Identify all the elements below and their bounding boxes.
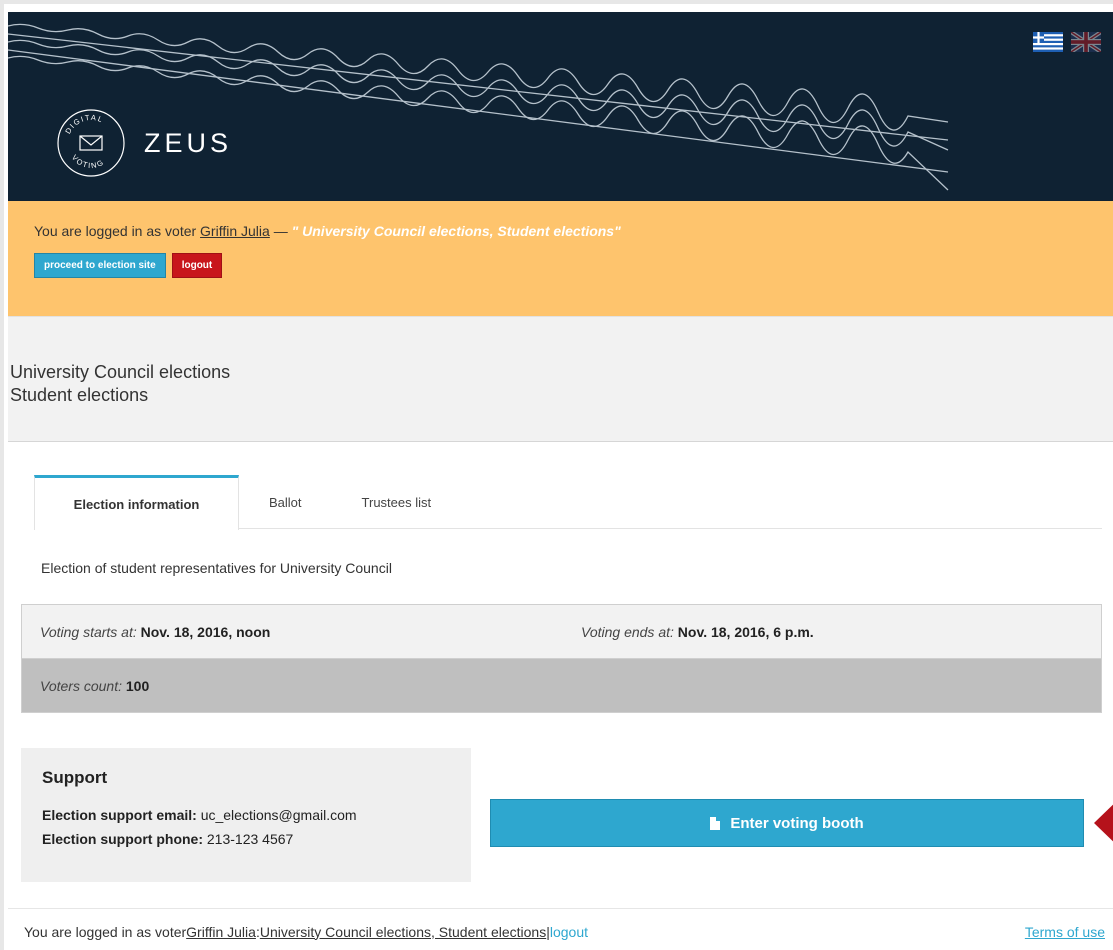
- support-email-label: Election support email:: [42, 807, 197, 823]
- footer-logout-link[interactable]: logout: [550, 924, 588, 940]
- login-status-bar: You are logged in as voter Griffin Julia…: [8, 201, 1113, 316]
- voting-period-row: Voting starts at: Nov. 18, 2016, noon Vo…: [22, 605, 1101, 659]
- support-heading: Support: [42, 768, 108, 787]
- election-tabs: Election information Ballot Trustees lis…: [34, 475, 1102, 530]
- logo-text: ZEUS: [144, 127, 233, 158]
- svg-text:VOTING: VOTING: [70, 153, 106, 170]
- terms-of-use-link[interactable]: Terms of use: [1025, 924, 1105, 940]
- site-header: DIGITAL VOTING ZEUS: [8, 12, 1113, 201]
- voting-end-value: Nov. 18, 2016, 6 p.m.: [677, 623, 814, 640]
- callout-arrow-icon: [1094, 804, 1113, 842]
- enter-voting-booth-button[interactable]: Enter voting booth: [490, 799, 1084, 847]
- svg-text:DIGITAL: DIGITAL: [63, 113, 105, 136]
- tab-election-information[interactable]: Election information: [34, 475, 239, 530]
- voters-count-value: 100: [125, 677, 150, 694]
- login-status-text: You are logged in as voter Griffin Julia…: [34, 223, 1091, 239]
- digital-voting-badge-icon: DIGITAL VOTING: [57, 109, 125, 177]
- voting-start-value: Nov. 18, 2016, noon: [140, 623, 271, 640]
- voter-name-link[interactable]: Griffin Julia: [200, 223, 270, 239]
- voters-count-row: Voters count: 100: [22, 659, 1101, 712]
- login-prefix: You are logged in as voter: [34, 223, 201, 239]
- support-phone-line: Election support phone: 213-123 4567: [42, 827, 450, 851]
- support-phone-label: Election support phone:: [42, 831, 203, 847]
- election-info-table: Voting starts at: Nov. 18, 2016, noon Vo…: [21, 604, 1102, 713]
- login-actions: proceed to election site logout: [34, 253, 1091, 278]
- greek-flag-icon[interactable]: [1033, 32, 1063, 52]
- election-description: Election of student representatives for …: [41, 560, 392, 576]
- election-title-section: University Council elections Student ele…: [8, 316, 1113, 442]
- footer-elections-link[interactable]: University Council elections, Student el…: [260, 924, 546, 940]
- uk-flag-icon[interactable]: [1071, 32, 1101, 52]
- voting-end-label: Voting ends at:: [581, 623, 674, 640]
- support-box: Support Election support email: uc_elect…: [21, 748, 471, 882]
- app-window: DIGITAL VOTING ZEUS You are logged in as…: [0, 0, 1113, 950]
- enter-voting-booth-label: Enter voting booth: [730, 814, 864, 832]
- voting-end-cell: Voting ends at: Nov. 18, 2016, 6 p.m.: [581, 624, 814, 640]
- tab-trustees-list[interactable]: Trustees list: [332, 475, 462, 529]
- footer-prefix: You are logged in as voter: [24, 923, 187, 940]
- support-email-value: uc_elections@gmail.com: [200, 807, 357, 823]
- zeus-logo[interactable]: DIGITAL VOTING ZEUS: [56, 108, 232, 178]
- election-title-line2: Student elections: [10, 385, 149, 405]
- logo-badge-bottom-text: VOTING: [70, 153, 105, 170]
- proceed-to-election-site-button[interactable]: proceed to election site: [34, 253, 166, 278]
- tab-ballot[interactable]: Ballot: [239, 475, 332, 529]
- voting-start-label: Voting starts at:: [40, 623, 137, 640]
- document-icon: [710, 816, 721, 830]
- voters-count-label: Voters count:: [40, 677, 122, 694]
- logout-button[interactable]: logout: [171, 253, 223, 278]
- election-title-line1: University Council elections: [10, 362, 231, 382]
- login-elections: " University Council elections, Student …: [291, 223, 621, 239]
- language-switcher: [1033, 32, 1101, 52]
- footer-voter-name-link[interactable]: Griffin Julia: [186, 924, 256, 940]
- logo-badge-top-text: DIGITAL: [63, 113, 103, 136]
- voting-start-cell: Voting starts at: Nov. 18, 2016, noon: [40, 624, 581, 640]
- login-separator: —: [269, 223, 292, 239]
- page-footer: You are logged in as voter Griffin Julia…: [8, 908, 1113, 950]
- support-email-line: Election support email: uc_elections@gma…: [42, 803, 450, 827]
- support-phone-value: 213-123 4567: [206, 831, 294, 847]
